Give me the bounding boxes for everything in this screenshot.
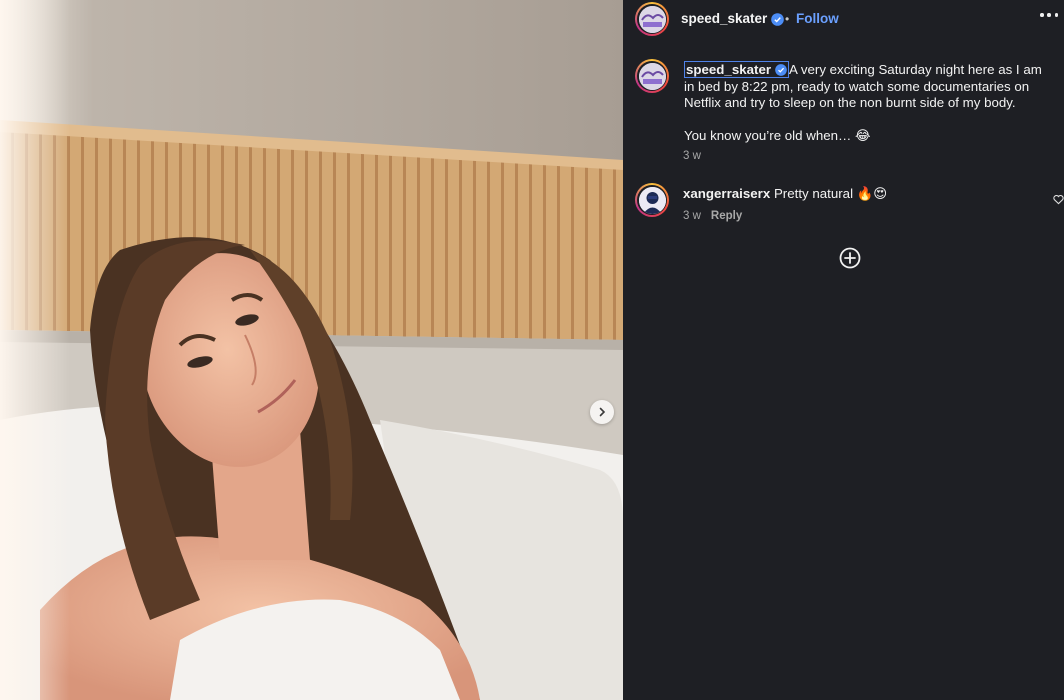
comment-meta: 3 w Reply [683, 210, 742, 222]
post-caption: speed_skater A very exciting Saturday nig… [684, 61, 1054, 144]
follow-button[interactable]: Follow [796, 11, 839, 26]
post-viewer: speed_skater • Follow speed_skater A very… [0, 0, 1064, 700]
caption-author-link[interactable]: speed_skater [684, 61, 790, 78]
selfie-image [0, 0, 623, 700]
reply-button[interactable]: Reply [711, 210, 742, 222]
commenter-avatar[interactable] [635, 183, 669, 217]
more-options-icon[interactable] [1040, 8, 1058, 22]
post-header: speed_skater • Follow [623, 0, 1064, 38]
comment-text: Pretty natural 🔥😍 [773, 186, 888, 201]
plus-circle-icon[interactable] [839, 247, 861, 269]
caption-author-name[interactable]: speed_skater [686, 62, 771, 77]
avatar-image [638, 5, 666, 33]
heart-icon[interactable] [1053, 194, 1064, 205]
avatar-image [638, 62, 666, 90]
author-username[interactable]: speed_skater [681, 11, 767, 26]
post-details-panel: speed_skater • Follow speed_skater A very… [623, 0, 1064, 700]
separator-dot: • [785, 12, 790, 26]
caption-author-avatar[interactable] [635, 59, 669, 93]
avatar-image [638, 186, 666, 214]
post-photo [0, 0, 623, 700]
comment-author[interactable]: xangerraiserx [683, 186, 770, 201]
next-photo-button[interactable] [590, 400, 614, 424]
verified-badge-icon [775, 64, 787, 76]
comment: xangerraiserx Pretty natural 🔥😍 [683, 186, 887, 202]
chevron-right-icon [599, 407, 606, 417]
author-avatar[interactable] [635, 2, 669, 36]
verified-badge-icon [771, 13, 784, 26]
caption-timestamp[interactable]: 3 w [683, 150, 701, 162]
comment-timestamp[interactable]: 3 w [683, 210, 701, 222]
caption-text-2: You know you’re old when… 😂 [684, 127, 871, 143]
